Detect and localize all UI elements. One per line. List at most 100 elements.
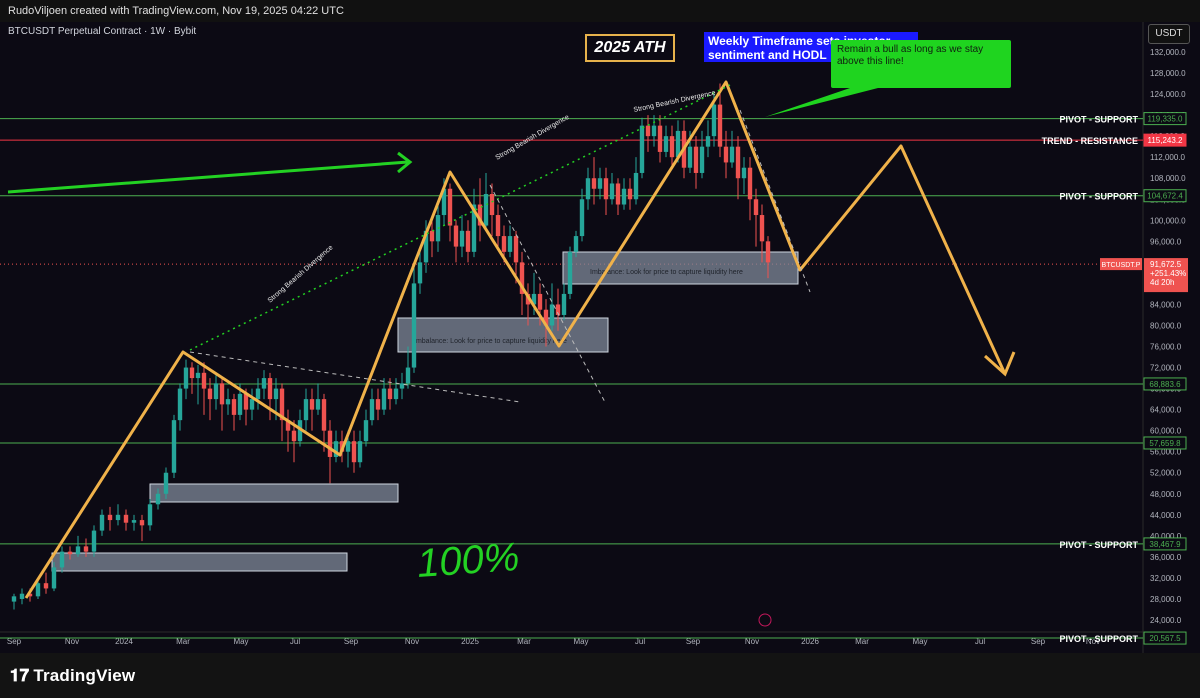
- level-price-value: 119,335.0: [1148, 115, 1184, 124]
- candle-body: [19, 593, 25, 599]
- chart-area[interactable]: 132,000.0128,000.0124,000.0120,000.0116,…: [0, 22, 1200, 653]
- y-tick-label: 80,000.0: [1150, 321, 1182, 330]
- y-tick-label: 124,000.0: [1150, 90, 1186, 99]
- candle-body: [453, 225, 459, 247]
- candle-body: [99, 514, 105, 531]
- candle-body: [741, 167, 747, 179]
- candle-body: [645, 125, 651, 137]
- candle-body: [321, 399, 327, 431]
- candle-body: [687, 146, 693, 168]
- candle-body: [417, 262, 423, 284]
- imbalance-box: [149, 483, 399, 503]
- candle-body: [609, 183, 615, 200]
- level-label: TREND - RESISTANCE: [1042, 136, 1138, 146]
- candle-body: [513, 236, 519, 263]
- candle-body: [51, 567, 57, 589]
- candle-body: [465, 230, 471, 252]
- bull-note: Remain a bull as long as we stay above t…: [831, 40, 1011, 88]
- candle-body: [43, 583, 49, 589]
- candle-body: [447, 188, 453, 226]
- candle-body: [201, 372, 207, 389]
- level-price-value: 38,467.9: [1149, 540, 1181, 549]
- currency-button[interactable]: USDT: [1148, 24, 1190, 44]
- candle-body: [567, 251, 573, 294]
- level-price-value: 68,883.6: [1149, 380, 1181, 389]
- y-tick-label: 128,000.0: [1150, 69, 1186, 78]
- candle-body: [171, 420, 177, 473]
- imbalance-label: Imbalance: Look for price to capture liq…: [590, 269, 743, 276]
- candle-body: [75, 546, 81, 555]
- candle-body: [155, 493, 161, 505]
- level-label: PIVOT - SUPPORT: [1059, 634, 1138, 644]
- y-tick-label: 84,000.0: [1150, 300, 1182, 309]
- candle-body: [597, 178, 603, 189]
- y-tick-label: 76,000.0: [1150, 343, 1182, 352]
- candle-body: [273, 388, 279, 400]
- candle-body: [765, 241, 771, 263]
- candle-body: [291, 430, 297, 442]
- level-price-value: 104,672.4: [1147, 192, 1183, 201]
- candle-body: [249, 399, 255, 410]
- candle-body: [107, 514, 113, 521]
- symbol-title: BTCUSDT Perpetual Contract · 1W · Bybit: [8, 26, 197, 37]
- candle-body: [207, 388, 213, 400]
- y-tick-label: 100,000.0: [1150, 216, 1186, 225]
- candle-body: [399, 383, 405, 389]
- imbalance-label: Imbalance: Look for price to capture liq…: [414, 338, 567, 345]
- candle-body: [639, 125, 645, 173]
- footer-bar: 𝟏𝟕 TradingView: [0, 653, 1200, 698]
- candle-body: [621, 188, 627, 205]
- level-price-value: 57,659.8: [1149, 439, 1181, 448]
- y-tick-label: 132,000.0: [1150, 48, 1186, 57]
- credit-bar: RudoViljoen created with TradingView.com…: [0, 0, 1200, 22]
- credit-text: RudoViljoen created with TradingView.com…: [8, 5, 344, 17]
- trend-arrow: [7, 160, 409, 194]
- price-chart[interactable]: 132,000.0128,000.0124,000.0120,000.0116,…: [0, 22, 1200, 653]
- candle-body: [603, 178, 609, 200]
- candle-body: [115, 514, 121, 521]
- candle-body: [627, 188, 633, 200]
- candle-body: [759, 215, 765, 242]
- candle-body: [327, 430, 333, 457]
- y-tick-label: 72,000.0: [1150, 364, 1182, 373]
- last-price-text: +251.43%: [1150, 269, 1186, 278]
- callout-pointer: [765, 88, 878, 117]
- candle-body: [537, 293, 543, 310]
- candle-body: [213, 383, 219, 400]
- candle-body: [573, 236, 579, 252]
- candle-body: [67, 551, 73, 555]
- lightning-icon: [758, 613, 772, 627]
- candle-body: [83, 546, 89, 552]
- candle-body: [591, 178, 597, 189]
- candle-body: [489, 194, 495, 216]
- candle-body: [729, 146, 735, 163]
- candle-body: [189, 367, 195, 379]
- candle-body: [429, 230, 435, 242]
- candle-body: [261, 378, 267, 389]
- candle-body: [369, 399, 375, 421]
- candle-body: [131, 520, 137, 523]
- tradingview-logo[interactable]: 𝟏𝟕 TradingView: [10, 666, 135, 686]
- tradingview-mark-icon: 𝟏𝟕: [10, 666, 30, 685]
- divergence-label: Strong Bearish Divergence: [495, 114, 571, 162]
- last-price-text: 4d 20h: [1150, 278, 1174, 287]
- candle-body: [163, 472, 169, 494]
- candle-body: [11, 596, 17, 602]
- candle-body: [753, 199, 759, 216]
- candle-body: [363, 420, 369, 442]
- dashed-trendline: [489, 184, 607, 405]
- divergence-label: Strong Bearish Divergence: [633, 90, 716, 114]
- candle-body: [177, 388, 183, 421]
- candle-body: [255, 388, 261, 400]
- y-tick-label: 64,000.0: [1150, 406, 1182, 415]
- y-tick-label: 24,000.0: [1150, 616, 1182, 625]
- y-tick-label: 112,000.0: [1150, 153, 1186, 162]
- candle-body: [657, 125, 663, 152]
- candle-body: [315, 399, 321, 410]
- candle-body: [705, 136, 711, 147]
- candle-body: [139, 520, 145, 526]
- candle-body: [585, 178, 591, 200]
- candle-body: [411, 283, 417, 368]
- candle-body: [651, 125, 657, 137]
- candle-body: [381, 388, 387, 410]
